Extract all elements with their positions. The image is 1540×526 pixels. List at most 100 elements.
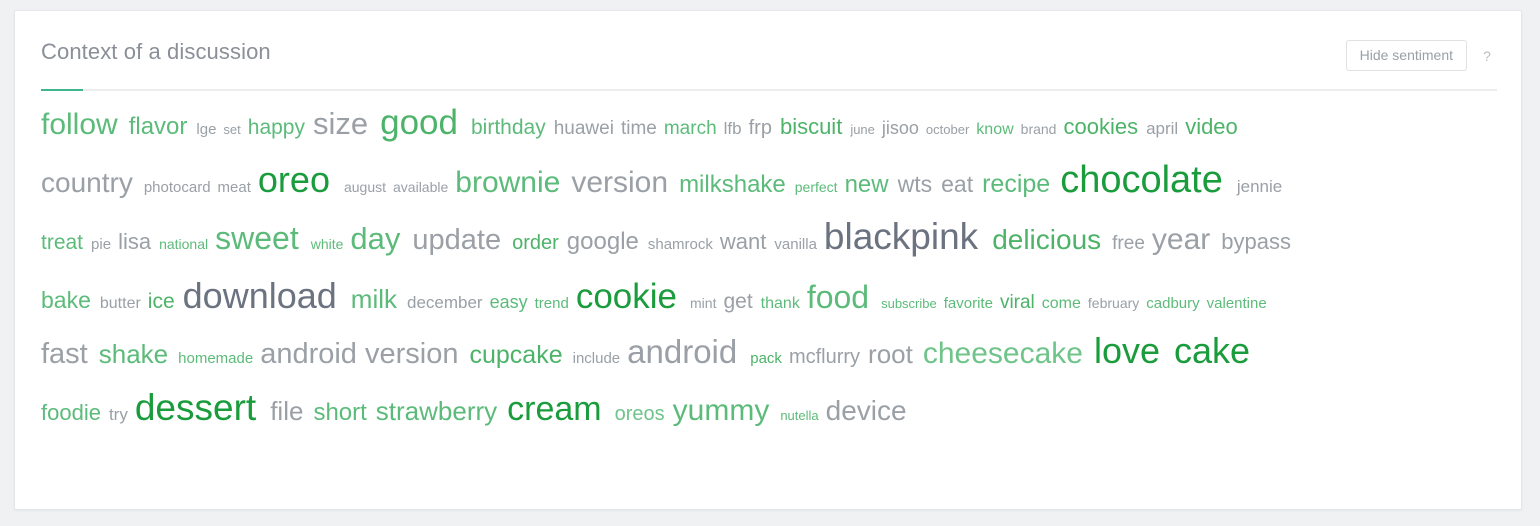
word-cloud-term[interactable]: birthday xyxy=(471,117,546,139)
hide-sentiment-button[interactable]: Hide sentiment xyxy=(1345,40,1467,71)
word-cloud-term[interactable]: time xyxy=(621,119,657,139)
word-cloud-term[interactable]: food xyxy=(807,281,869,314)
word-cloud-term[interactable]: mint xyxy=(690,296,716,311)
word-cloud-term[interactable]: google xyxy=(567,229,639,254)
word-cloud-term[interactable]: lge xyxy=(196,122,216,138)
word-cloud-term[interactable]: april xyxy=(1146,120,1178,138)
word-cloud-term[interactable]: cake xyxy=(1174,332,1250,370)
word-cloud-term[interactable]: cheesecake xyxy=(923,338,1083,370)
word-cloud-term[interactable]: national xyxy=(159,237,208,252)
word-cloud-term[interactable]: chocolate xyxy=(1060,161,1223,200)
word-cloud-term[interactable]: order xyxy=(512,233,559,254)
word-cloud-term[interactable]: lisa xyxy=(118,230,151,253)
word-cloud-term[interactable]: milk xyxy=(351,286,397,313)
word-cloud-term[interactable]: cadbury xyxy=(1146,296,1199,312)
word-cloud-term[interactable]: shamrock xyxy=(648,237,713,253)
word-cloud-term[interactable]: lfb xyxy=(724,120,742,138)
word-cloud-term[interactable]: new xyxy=(845,172,889,197)
word-cloud-term[interactable]: oreo xyxy=(258,161,330,199)
word-cloud-term[interactable]: download xyxy=(183,277,337,315)
word-cloud-term[interactable]: treat xyxy=(41,232,83,254)
word-cloud-term[interactable]: come xyxy=(1042,295,1081,312)
word-cloud-term[interactable]: available xyxy=(393,180,448,195)
word-cloud-term[interactable]: march xyxy=(664,119,717,139)
word-cloud-term[interactable]: blackpink xyxy=(824,218,978,256)
word-cloud-term[interactable]: sweet xyxy=(215,222,299,255)
word-cloud-term[interactable]: butter xyxy=(100,295,141,312)
word-cloud-term[interactable]: thank xyxy=(761,295,800,312)
word-cloud-term[interactable]: cookies xyxy=(1063,115,1138,138)
word-cloud-term[interactable]: flavor xyxy=(129,114,188,139)
word-cloud-term[interactable]: homemade xyxy=(178,351,253,367)
word-cloud-term[interactable]: get xyxy=(723,291,752,313)
word-cloud-term[interactable]: android version xyxy=(260,339,458,370)
word-cloud-term[interactable]: valentine xyxy=(1207,296,1267,312)
word-cloud-term[interactable]: foodie xyxy=(41,401,101,424)
word-cloud-term[interactable]: version xyxy=(571,167,668,199)
word-cloud-term[interactable]: brownie xyxy=(455,167,560,199)
word-cloud-term[interactable]: pack xyxy=(750,351,782,367)
word-cloud-term[interactable]: country xyxy=(41,168,133,198)
word-cloud-term[interactable]: yummy xyxy=(673,395,770,427)
word-cloud-term[interactable]: know xyxy=(976,121,1013,138)
word-cloud-term[interactable]: vanilla xyxy=(774,237,817,253)
word-cloud-term[interactable]: love xyxy=(1094,332,1160,370)
word-cloud-term[interactable]: free xyxy=(1112,234,1145,254)
word-cloud-term[interactable]: good xyxy=(380,105,458,141)
word-cloud-term[interactable]: file xyxy=(270,398,303,425)
word-cloud-term[interactable]: size xyxy=(313,108,368,140)
word-cloud-term[interactable]: december xyxy=(407,294,483,312)
word-cloud-term[interactable]: cupcake xyxy=(469,342,562,369)
word-cloud-term[interactable]: favorite xyxy=(944,296,993,312)
word-cloud-term[interactable]: root xyxy=(868,341,913,368)
word-cloud-term[interactable]: brand xyxy=(1021,122,1057,137)
word-cloud-term[interactable]: mcflurry xyxy=(789,347,860,368)
word-cloud-term[interactable]: update xyxy=(412,225,501,256)
word-cloud-term[interactable]: try xyxy=(109,406,128,424)
word-cloud-term[interactable]: white xyxy=(311,237,344,252)
word-cloud-term[interactable]: october xyxy=(926,123,969,137)
word-cloud-term[interactable]: viral xyxy=(1000,293,1035,313)
word-cloud-term[interactable]: frp xyxy=(749,118,772,139)
word-cloud-term[interactable]: photocard xyxy=(144,180,211,196)
word-cloud-term[interactable]: cookie xyxy=(576,279,677,315)
word-cloud-term[interactable]: subscribe xyxy=(881,297,937,311)
word-cloud-term[interactable]: include xyxy=(573,351,621,367)
word-cloud-term[interactable]: jennie xyxy=(1237,178,1282,196)
word-cloud-term[interactable]: biscuit xyxy=(780,115,842,138)
word-cloud-term[interactable]: perfect xyxy=(795,180,838,195)
word-cloud-term[interactable]: milkshake xyxy=(679,172,786,197)
word-cloud-term[interactable]: android xyxy=(627,335,737,369)
word-cloud-term[interactable]: follow xyxy=(41,109,118,141)
word-cloud-term[interactable]: year xyxy=(1152,224,1210,256)
word-cloud-term[interactable]: shake xyxy=(99,341,168,368)
word-cloud-term[interactable]: jisoo xyxy=(882,119,919,138)
word-cloud-term[interactable]: meat xyxy=(218,180,251,196)
word-cloud-term[interactable]: day xyxy=(350,223,400,255)
word-cloud-term[interactable]: dessert xyxy=(135,389,256,427)
word-cloud-term[interactable]: trend xyxy=(535,296,569,312)
word-cloud-term[interactable]: huawei xyxy=(554,119,614,139)
word-cloud-term[interactable]: video xyxy=(1185,115,1238,138)
word-cloud-term[interactable]: strawberry xyxy=(376,398,497,425)
word-cloud-term[interactable]: delicious xyxy=(992,225,1101,255)
word-cloud-term[interactable]: happy xyxy=(248,117,305,139)
word-cloud-term[interactable]: set xyxy=(223,123,240,137)
word-cloud-term[interactable]: device xyxy=(826,396,907,426)
word-cloud-term[interactable]: pie xyxy=(91,237,111,253)
word-cloud-term[interactable]: nutella xyxy=(780,409,818,423)
word-cloud-term[interactable]: june xyxy=(850,123,875,137)
word-cloud-term[interactable]: august xyxy=(344,180,386,195)
word-cloud-term[interactable]: cream xyxy=(507,392,601,427)
question-mark-icon[interactable]: ? xyxy=(1477,46,1497,66)
word-cloud-term[interactable]: recipe xyxy=(982,171,1050,198)
word-cloud-term[interactable]: easy xyxy=(490,293,528,312)
word-cloud-term[interactable]: bypass xyxy=(1221,230,1291,253)
word-cloud-term[interactable]: eat xyxy=(941,172,973,196)
word-cloud-term[interactable]: fast xyxy=(41,339,88,370)
word-cloud-term[interactable]: february xyxy=(1088,296,1139,311)
word-cloud-term[interactable]: ice xyxy=(148,291,175,313)
word-cloud-term[interactable]: bake xyxy=(41,288,91,312)
word-cloud-term[interactable]: oreos xyxy=(615,404,665,425)
word-cloud-term[interactable]: want xyxy=(720,230,766,253)
